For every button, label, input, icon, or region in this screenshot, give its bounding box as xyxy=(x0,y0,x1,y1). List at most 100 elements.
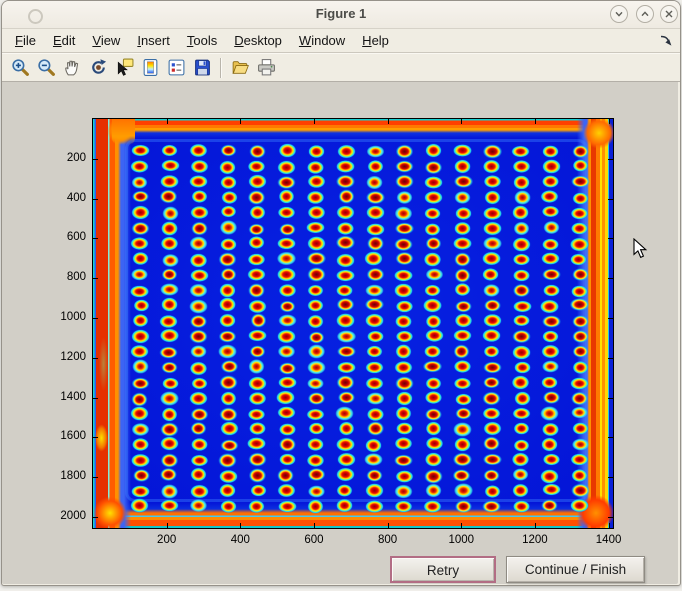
continue-finish-button[interactable]: Continue / Finish xyxy=(506,556,645,583)
well-spot xyxy=(542,175,559,188)
y-tick xyxy=(93,517,98,518)
well-spot xyxy=(395,223,414,235)
well-spot xyxy=(277,406,295,419)
menu-desktop[interactable]: Desktop xyxy=(234,33,282,48)
menu-tools[interactable]: Tools xyxy=(187,33,217,48)
well-spot xyxy=(542,361,559,373)
close-button[interactable] xyxy=(660,5,678,23)
x-tick-label: 400 xyxy=(220,534,260,547)
well-spot xyxy=(512,237,530,252)
menu-edit[interactable]: Edit xyxy=(53,33,75,48)
well-spot xyxy=(367,330,384,342)
zoom-in-icon[interactable] xyxy=(7,56,33,80)
well-spot xyxy=(130,285,149,297)
menu-window[interactable]: Window xyxy=(299,33,345,48)
well-spot xyxy=(571,285,588,297)
retry-button[interactable]: Retry xyxy=(390,556,496,583)
data-cursor-icon[interactable] xyxy=(111,56,137,80)
well-spot xyxy=(367,407,384,421)
x-tick xyxy=(609,119,610,124)
shade-button[interactable] xyxy=(610,5,628,23)
well-spot xyxy=(277,237,296,249)
well-spot xyxy=(573,361,589,374)
well-spot xyxy=(280,300,296,312)
well-spot xyxy=(132,314,148,327)
y-tick xyxy=(93,238,98,239)
well-spot xyxy=(337,361,356,373)
well-spot xyxy=(541,500,557,512)
well-spot xyxy=(542,423,559,437)
well-spot xyxy=(512,300,531,312)
well-spot xyxy=(513,483,529,497)
well-spot xyxy=(249,359,265,374)
well-spot xyxy=(573,192,589,204)
y-tick xyxy=(93,318,98,319)
well-spot xyxy=(542,484,561,496)
well-spot xyxy=(278,143,296,157)
well-spot xyxy=(133,469,150,482)
dock-figure-arrow-icon[interactable] xyxy=(659,34,672,47)
well-spot xyxy=(454,437,471,451)
well-spot xyxy=(425,408,442,421)
maximize-button[interactable] xyxy=(636,5,654,23)
chevron-up-icon xyxy=(640,9,650,19)
well-spot xyxy=(308,331,324,343)
pan-icon[interactable] xyxy=(59,56,85,80)
menu-help[interactable]: Help xyxy=(362,33,389,48)
well-spot xyxy=(336,313,355,328)
rotate-3d-icon[interactable] xyxy=(85,56,111,80)
well-spot xyxy=(248,376,267,390)
well-spot xyxy=(364,252,383,267)
zoom-out-icon[interactable] xyxy=(33,56,59,80)
y-tick-label: 2000 xyxy=(44,510,86,523)
well-spot xyxy=(277,176,295,189)
well-spot xyxy=(221,268,237,281)
well-spot xyxy=(513,468,529,480)
well-spot xyxy=(572,330,588,343)
x-tick-label: 800 xyxy=(368,534,408,547)
well-spot xyxy=(365,361,383,373)
well-spot xyxy=(130,160,149,173)
well-spot xyxy=(337,222,354,235)
colorbar-icon[interactable] xyxy=(137,56,163,80)
well-spot xyxy=(483,159,500,173)
well-spot xyxy=(454,222,471,236)
well-spot xyxy=(454,378,472,390)
x-tick xyxy=(535,523,536,528)
legend-icon[interactable] xyxy=(163,56,189,80)
well-spot xyxy=(542,206,560,218)
well-spot xyxy=(248,408,266,420)
print-icon[interactable] xyxy=(253,56,279,80)
open-icon[interactable] xyxy=(227,56,253,80)
well-spot xyxy=(277,160,295,174)
well-spot xyxy=(221,191,237,204)
well-spot xyxy=(219,483,236,497)
well-spot xyxy=(454,268,470,282)
well-spot xyxy=(541,406,559,421)
menu-view[interactable]: View xyxy=(92,33,120,48)
well-spot xyxy=(191,438,208,451)
well-spot xyxy=(132,423,150,436)
toolbar-separator xyxy=(220,58,222,78)
x-tick xyxy=(535,119,536,124)
well-spot xyxy=(160,346,178,358)
well-spot xyxy=(365,313,384,327)
save-icon[interactable] xyxy=(189,56,215,80)
well-spot xyxy=(482,500,501,512)
axes-area[interactable] xyxy=(92,118,614,529)
well-spot xyxy=(570,499,589,513)
x-tick xyxy=(167,523,168,528)
menu-file[interactable]: File xyxy=(15,33,36,48)
well-spot xyxy=(130,453,149,467)
well-spot xyxy=(338,421,354,435)
well-spot xyxy=(483,207,502,220)
well-spot xyxy=(425,208,441,220)
smudge-left-green xyxy=(98,332,109,396)
menu-insert[interactable]: Insert xyxy=(137,33,170,48)
well-spot xyxy=(483,454,502,466)
y-tick xyxy=(608,199,613,200)
titlebar[interactable]: Figure 1 xyxy=(2,1,680,29)
well-spot xyxy=(455,300,472,312)
well-spot xyxy=(543,391,560,404)
well-spot xyxy=(131,268,148,280)
